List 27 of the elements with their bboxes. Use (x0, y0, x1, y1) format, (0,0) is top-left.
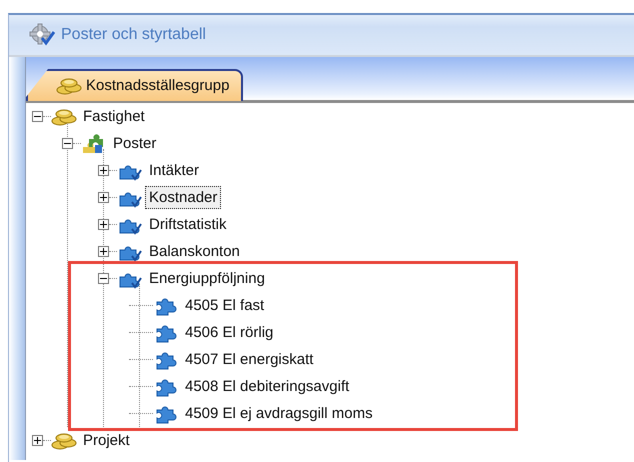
expand-toggle[interactable] (98, 246, 109, 257)
collapse-toggle[interactable] (98, 273, 109, 284)
tree-item[interactable]: Driftstatistik (145, 213, 231, 236)
tab[interactable]: Kostnadsställesgrupp (26, 69, 244, 101)
tree-item[interactable]: Projekt (79, 429, 134, 452)
tree-item[interactable]: 4507 El energiskatt (181, 348, 318, 371)
tree-item[interactable]: Energiuppföljning (145, 267, 269, 290)
tree-item[interactable]: Kostnader (145, 186, 222, 209)
tree-item[interactable]: Fastighet (79, 105, 149, 128)
expand-toggle[interactable] (98, 165, 109, 176)
tree-item[interactable]: Poster (109, 132, 160, 155)
tree-item[interactable]: 4508 El debiteringsavgift (181, 375, 354, 398)
expand-toggle[interactable] (98, 192, 109, 203)
collapse-toggle[interactable] (32, 111, 43, 122)
tree-item[interactable]: 4506 El rörlig (181, 321, 278, 344)
tree-item[interactable]: 4509 El ej avdragsgill moms (181, 402, 377, 425)
coin-stack-icon (51, 430, 77, 450)
window-title: Poster och styrtabell (61, 25, 206, 45)
gear-icon (29, 23, 55, 47)
tree-item[interactable]: Intäkter (145, 159, 204, 182)
expand-toggle[interactable] (32, 435, 43, 446)
coin-stack-icon (56, 76, 82, 96)
tree-item[interactable]: Balanskonton (145, 240, 244, 263)
tree-item[interactable]: 4505 El fast (181, 294, 268, 317)
collapse-toggle[interactable] (62, 138, 73, 149)
expand-toggle[interactable] (98, 219, 109, 230)
coin-stack-icon (51, 106, 77, 126)
